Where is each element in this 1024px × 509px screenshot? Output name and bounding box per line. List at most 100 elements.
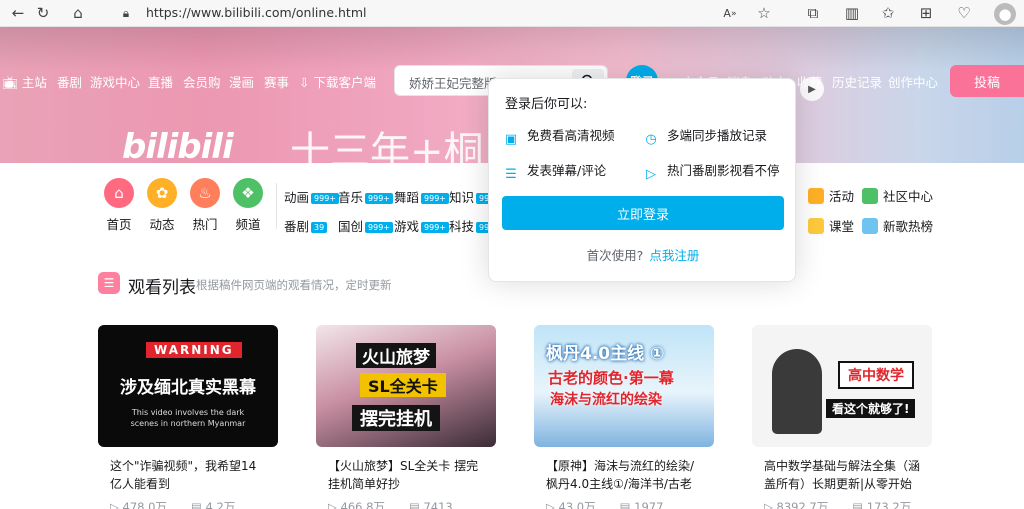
play-icon[interactable]: ▶ (800, 77, 824, 101)
nav-esports[interactable]: 赛事 (264, 72, 289, 91)
hd-icon: ▣ (504, 132, 518, 147)
category-animation[interactable]: 动画 999+ (284, 187, 339, 206)
popup-title: 登录后你可以: (505, 97, 588, 112)
video-card[interactable]: WARNING 涉及缅北真实黑幕 This video involves the… (98, 325, 278, 509)
danmaku: ▤ 1977 (619, 500, 664, 509)
section-title: 观看列表 (128, 278, 196, 298)
video-title[interactable]: 高中数学基础与解法全集（涵盖所有）长期更新|从零开始拯救所有 (752, 457, 932, 495)
clock-icon: ◷ (645, 132, 657, 147)
address-bar[interactable]: https://www.bilibili.com/online.html (146, 5, 366, 20)
video-thumbnail[interactable]: WARNING 涉及缅北真实黑幕 This video involves the… (98, 325, 278, 447)
channel-dynamics[interactable]: ✿ 动态 (139, 178, 185, 233)
channel-home[interactable]: ⌂ 首页 (96, 178, 142, 233)
benefit-sync: ◷ 多端同步播放记录 (643, 125, 767, 148)
views: ▷ 466.8万 (328, 500, 385, 509)
thumb-line1: 火山旅梦 (356, 343, 436, 368)
video-title[interactable]: 这个"诈骗视频"，我希望14亿人能看到 (98, 457, 278, 495)
browser-toolbar: ← ↻ ⌂ 🔒︎ https://www.bilibili.com/online… (0, 0, 1024, 27)
upload-button[interactable]: 投稿 (950, 65, 1024, 97)
video-title[interactable]: 【火山旅梦】SL全关卡 摆完挂机简单好抄 (316, 457, 496, 495)
video-card[interactable]: 高中数学 看这个就够了! 高中数学基础与解法全集（涵盖所有）长期更新|从零开始拯… (752, 325, 932, 509)
video-thumbnail[interactable]: 枫丹4.0主线 ① 古老的颜色·第一幕 海沫与流红的绘染 (534, 325, 714, 447)
music-chart-icon (862, 218, 878, 234)
back-icon[interactable]: ← (8, 3, 28, 23)
danmaku: ▤ 4.2万 (190, 500, 236, 509)
danmaku: ▤ 7413 (408, 500, 453, 509)
thumb-line1: 高中数学 (838, 361, 914, 389)
split-screen-icon[interactable]: ▥ (842, 3, 862, 23)
nav-history[interactable]: 历史记录 (832, 72, 882, 91)
link-activity[interactable]: 活动 (808, 186, 854, 205)
favorites-icon[interactable]: ✩ (878, 3, 898, 23)
thumb-line2: 古老的颜色·第一幕 (548, 369, 674, 387)
thumb-line3: 摆完挂机 (352, 405, 440, 431)
category-music[interactable]: 音乐 999+ (338, 187, 393, 206)
views: ▷ 8392.7万 (764, 500, 829, 509)
thumb-warning-badge: WARNING (146, 342, 242, 358)
thumb-line2: 看这个就够了! (826, 399, 916, 418)
thumb-headline: 涉及缅北真实黑幕 (120, 378, 256, 398)
bilibili-logo[interactable]: bilibili (122, 127, 234, 167)
nav-bangumi[interactable]: 番剧 (57, 72, 82, 91)
video-thumbnail[interactable]: 火山旅梦 SL全关卡 摆完挂机 (316, 325, 496, 447)
nav-live[interactable]: 直播 (148, 72, 173, 91)
nav-manga[interactable]: 漫画 (229, 72, 254, 91)
nav-download[interactable]: ⇩ 下载客户端 (299, 72, 376, 91)
views: ▷ 478.0万 (110, 500, 167, 509)
nav-creator-center[interactable]: 创作中心 (888, 72, 938, 91)
thumb-line3: 海沫与流红的绘染 (550, 392, 662, 408)
link-hot-songs[interactable]: 新歌热榜 (862, 216, 933, 235)
home-icon[interactable]: ⌂ (68, 3, 88, 23)
flag-icon (808, 188, 824, 204)
channel-channels[interactable]: ❖ 频道 (225, 178, 271, 233)
comment-icon: ☰ (505, 167, 517, 182)
favorite-star-icon[interactable]: ☆ (754, 3, 774, 23)
benefit-comment: ☰ 发表弹幕/评论 (503, 160, 606, 183)
channels-icon: ❖ (233, 178, 263, 208)
health-icon[interactable]: ♡ (954, 3, 974, 23)
video-title[interactable]: 【原神】海沫与流红的绘染/枫丹4.0主线①/海洋书/古老的颜色·第 (534, 457, 714, 495)
thumb-caption: This video involves the dark scenes in n… (130, 408, 246, 428)
login-now-button[interactable]: 立即登录 (502, 196, 784, 230)
link-classroom[interactable]: 课堂 (808, 216, 854, 235)
monster-figure (772, 349, 822, 434)
nav-main[interactable]: 📺︎ 主站 (2, 72, 47, 91)
category-games[interactable]: 游戏 999+ (394, 216, 449, 235)
download-icon: ⇩ (299, 75, 310, 90)
danmaku: ▤ 173.2万 (852, 500, 912, 509)
tv-icon: 📺︎ (2, 75, 18, 90)
classroom-icon (808, 218, 824, 234)
benefit-hd: ▣ 免费看高清视频 (504, 128, 615, 147)
video-card[interactable]: 火山旅梦 SL全关卡 摆完挂机 【火山旅梦】SL全关卡 摆完挂机简单好抄 ▷ 4… (316, 325, 496, 509)
views: ▷ 43.0万 (546, 500, 596, 509)
nav-mall[interactable]: 会员购 (183, 72, 221, 91)
benefit-bangumi: ▷ 热门番剧影视看不停 (643, 160, 780, 183)
lock-icon[interactable]: 🔒︎ (116, 3, 136, 23)
extensions-icon[interactable]: ⧉ (803, 3, 823, 23)
watch-list-icon: ☰ (98, 272, 120, 294)
community-icon (862, 188, 878, 204)
divider (276, 183, 277, 229)
nav-game-center[interactable]: 游戏中心 (90, 72, 140, 91)
home-icon: ⌂ (104, 178, 134, 208)
channel-hot[interactable]: ♨ 热门 (182, 178, 228, 233)
login-popup: 登录后你可以: ▣ 免费看高清视频 ◷ 多端同步播放记录 ☰ 发表弹幕/评论 ▷ 热门番… (488, 78, 796, 282)
play-box-icon: ▷ (646, 167, 656, 182)
banner-art-text: 十三年+桐 (290, 129, 484, 175)
search-input[interactable]: 娇娇王妃完整版 (409, 73, 497, 92)
collections-icon[interactable]: ⊞ (916, 3, 936, 23)
category-guochuang[interactable]: 国创 999+ (338, 216, 393, 235)
thumb-line1: 枫丹4.0主线 ① (546, 344, 665, 364)
first-use-text: 首次使用? (586, 248, 644, 263)
thumb-line2: SL全关卡 (360, 373, 446, 397)
category-dance[interactable]: 舞蹈 999+ (394, 187, 449, 206)
refresh-icon[interactable]: ↻ (33, 3, 53, 23)
profile-avatar[interactable]: ● (994, 3, 1016, 25)
category-bangumi[interactable]: 番剧 39 (284, 216, 328, 235)
video-thumbnail[interactable]: 高中数学 看这个就够了! (752, 325, 932, 447)
register-link[interactable]: 点我注册 (649, 248, 699, 263)
read-aloud-icon[interactable]: A» (720, 3, 740, 23)
video-card[interactable]: 枫丹4.0主线 ① 古老的颜色·第一幕 海沫与流红的绘染 【原神】海沫与流红的绘… (534, 325, 714, 509)
link-community[interactable]: 社区中心 (862, 186, 933, 205)
dynamics-icon: ✿ (147, 178, 177, 208)
